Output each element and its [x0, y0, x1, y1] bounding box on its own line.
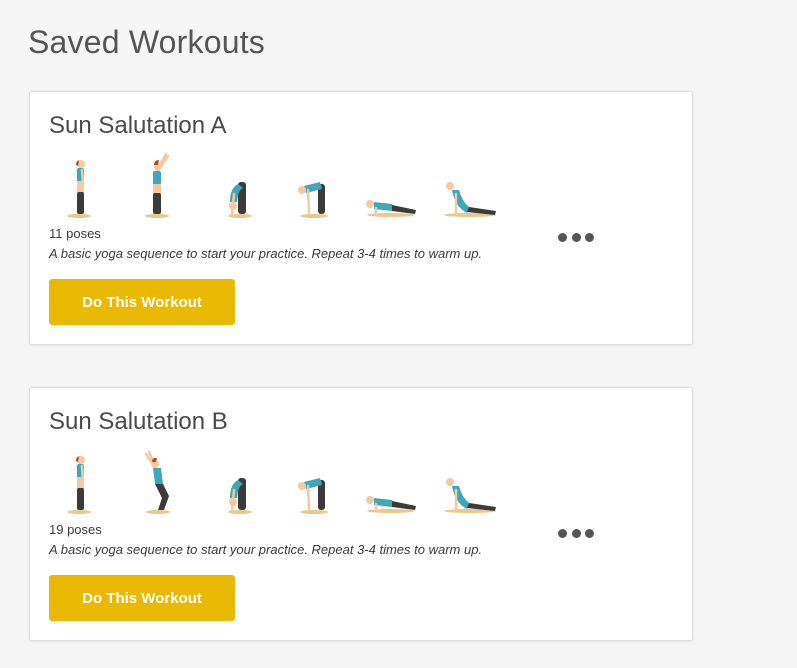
pose-strip: [44, 448, 604, 538]
workout-description: A basic yoga sequence to start your prac…: [49, 246, 483, 261]
chaturanga-icon: [356, 152, 426, 220]
pose-count: 11 poses: [49, 226, 101, 241]
standing-forward-bend-icon: [200, 448, 270, 516]
workout-card: Sun Salutation A 11 poses A basic yoga s…: [29, 91, 693, 345]
workout-card: Sun Salutation B 19 poses A basic yoga s…: [29, 387, 693, 641]
half-forward-bend-icon: [278, 448, 348, 516]
pose-strip: [44, 152, 604, 242]
standing-forward-bend-icon: [200, 152, 270, 220]
chair-pose-icon: [122, 448, 192, 516]
mountain-pose-icon: [44, 448, 114, 516]
more-icon[interactable]: [558, 230, 594, 244]
pose-count: 19 poses: [49, 522, 102, 537]
page-title: Saved Workouts: [28, 24, 265, 60]
chaturanga-icon: [356, 448, 426, 516]
workout-title[interactable]: Sun Salutation A: [49, 112, 226, 140]
upward-dog-icon: [434, 152, 504, 220]
workout-title[interactable]: Sun Salutation B: [49, 408, 228, 436]
upward-dog-icon: [434, 448, 504, 516]
half-forward-bend-icon: [278, 152, 348, 220]
do-this-workout-button[interactable]: Do This Workout: [49, 575, 235, 621]
mountain-pose-icon: [44, 152, 114, 220]
do-this-workout-button[interactable]: Do This Workout: [49, 279, 235, 325]
saved-workouts-page: Saved Workouts Sun Salutation A 11 poses…: [0, 0, 797, 668]
workout-description: A basic yoga sequence to start your prac…: [49, 542, 483, 557]
more-icon[interactable]: [558, 526, 594, 540]
upward-salute-icon: [122, 152, 192, 220]
